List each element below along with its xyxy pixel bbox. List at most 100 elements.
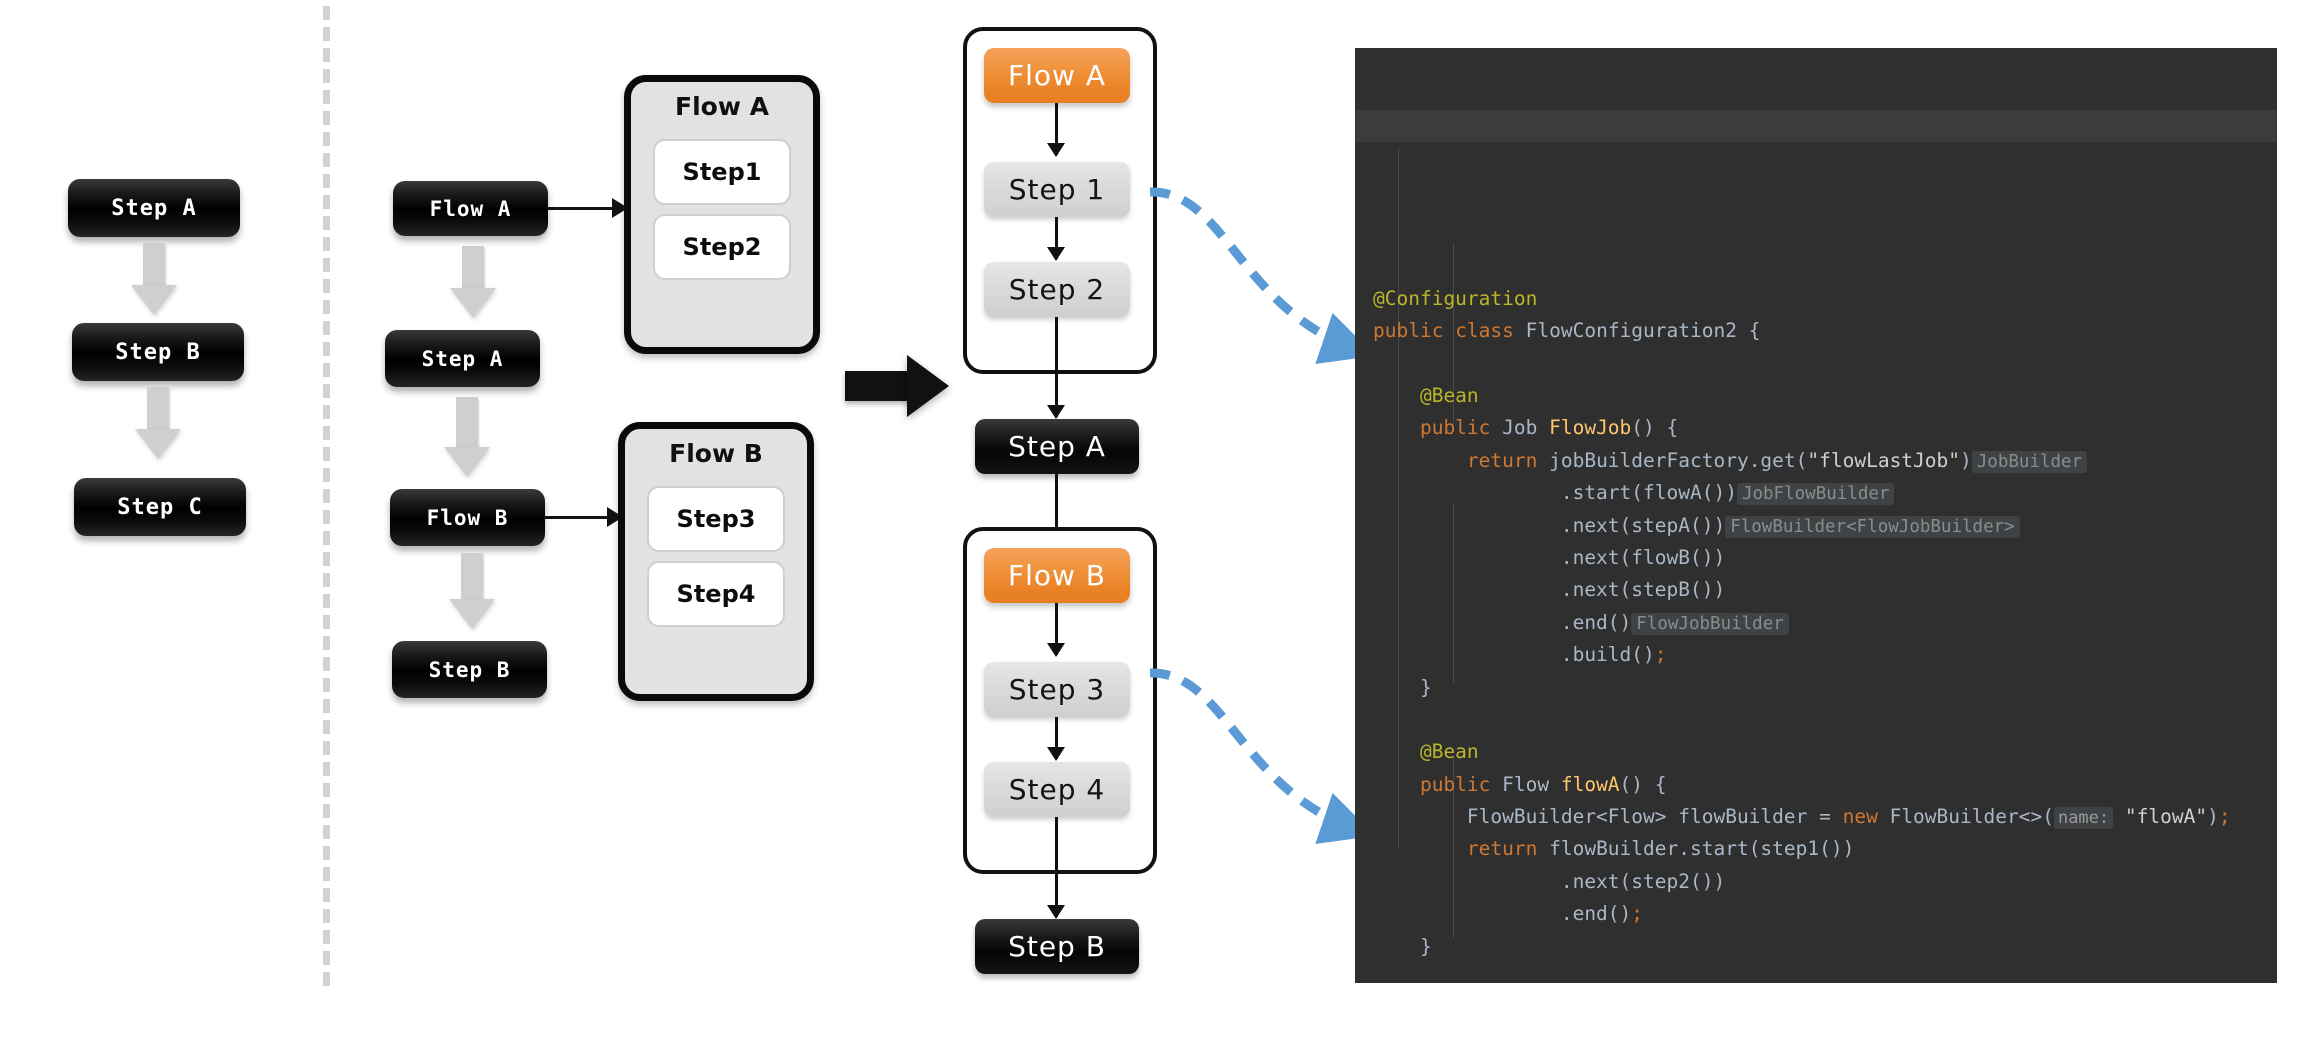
right-conn-group-stepa	[1055, 317, 1058, 417]
code-line: .next(stepA()) FlowBuilder<FlowJobBuilder…	[1373, 510, 2277, 542]
code-token: public	[1373, 319, 1456, 343]
right-conn-flowa-step1-head	[1047, 143, 1065, 157]
code-token: .next(flowB())	[1373, 545, 1726, 569]
group-box-flow-b-step-1-label: Step3	[676, 505, 756, 533]
right-step-2-box[interactable]: Step 2	[984, 262, 1130, 317]
code-line: .next(flowB())	[1373, 542, 2277, 574]
mid-step-a-box[interactable]: Step A	[385, 330, 540, 387]
code-token: return	[1373, 837, 1550, 861]
code-token: new	[1842, 805, 1890, 829]
code-token: ;	[1654, 643, 1667, 667]
right-flow-a-label: Flow A	[1008, 59, 1106, 92]
code-token: ;	[2218, 805, 2231, 829]
right-step-4-label: Step 4	[1008, 773, 1106, 806]
inlay-hint: FlowBuilder<FlowJobBuilder>	[1725, 515, 2020, 538]
mid-step-b-box[interactable]: Step B	[392, 641, 547, 698]
left-step-a-label: Step A	[111, 195, 197, 221]
code-caret-line	[1355, 110, 2277, 142]
right-flow-b-label: Flow B	[1007, 559, 1107, 592]
right-step-b-label: Step B	[1008, 930, 1106, 963]
blue-connector-flow-a	[1149, 187, 1376, 364]
right-flow-a-box[interactable]: Flow A	[984, 48, 1130, 103]
code-line: public Job FlowJob() {	[1373, 412, 2277, 444]
code-token: "flowA"	[2124, 805, 2208, 829]
transform-arrow-shaft	[845, 371, 911, 401]
mid-flow-b-box[interactable]: Flow B	[390, 489, 545, 546]
right-step-3-label: Step 3	[1008, 673, 1106, 706]
left-step-c-label: Step C	[117, 494, 203, 520]
section-divider	[323, 6, 330, 986]
code-token: FlowBuilder<>(	[1889, 805, 2054, 829]
code-line: return jobBuilderFactory.get("flowLastJo…	[1373, 445, 2277, 477]
left-step-c-box[interactable]: Step C	[74, 478, 246, 536]
group-box-flow-b-step-1[interactable]: Step3	[647, 486, 785, 552]
code-token: .build()	[1373, 643, 1655, 667]
group-box-flow-a-step-1[interactable]: Step1	[653, 139, 791, 205]
mid-flow-b-label: Flow B	[426, 505, 509, 530]
blue-connector-flow-b	[1149, 668, 1376, 844]
group-box-flow-a-step-1-label: Step1	[682, 158, 762, 186]
right-step-b-box[interactable]: Step B	[975, 919, 1139, 974]
right-step-a-box[interactable]: Step A	[975, 419, 1139, 474]
code-token: () {	[1631, 416, 1679, 440]
code-panel[interactable]: @Configuration public class FlowConfigura…	[1355, 48, 2277, 983]
code-token: FlowJob	[1549, 416, 1632, 440]
code-token: .end()	[1373, 610, 1632, 634]
right-step-1-label: Step 1	[1008, 173, 1106, 206]
code-line: public Flow flowA() {	[1373, 769, 2277, 801]
code-line: @Bean	[1373, 736, 2277, 768]
code-token: flowBuilder.start(step1())	[1549, 837, 1855, 861]
right-conn-flowb-step3-head	[1047, 643, 1065, 657]
group-box-flow-a-step-2[interactable]: Step2	[653, 214, 791, 280]
code-line: .next(stepB())	[1373, 574, 2277, 606]
code-token: .next(step2())	[1373, 869, 1726, 893]
left-step-b-label: Step B	[115, 339, 201, 365]
code-token: FlowConfiguration2	[1525, 319, 1737, 343]
code-line: @Configuration	[1373, 283, 2277, 315]
transform-arrow-head	[907, 355, 949, 417]
code-token: public	[1373, 772, 1503, 796]
code-token: .end()	[1373, 902, 1632, 926]
left-step-a-box[interactable]: Step A	[68, 179, 240, 237]
right-step-3-box[interactable]: Step 3	[984, 662, 1130, 717]
right-flow-b-box[interactable]: Flow B	[984, 548, 1130, 603]
code-token: Flow	[1502, 772, 1561, 796]
code-token: jobBuilderFactory.get(	[1549, 448, 1808, 472]
code-line: }	[1373, 931, 2277, 963]
code-token: @Configuration	[1373, 286, 1538, 310]
mid-arrow-1	[449, 246, 497, 318]
code-line: .start(flowA()) JobFlowBuilder	[1373, 477, 2277, 509]
group-box-flow-a-step-2-label: Step2	[682, 233, 762, 261]
left-step-b-box[interactable]: Step B	[72, 323, 244, 381]
code-token: @Bean	[1373, 384, 1479, 408]
mid-step-a-label: Step A	[421, 346, 504, 371]
code-line: .build();	[1373, 639, 2277, 671]
group-box-flow-a-title: Flow A	[675, 92, 769, 121]
diagram-canvas: Step A Step B Step C Flow A Step A Flow …	[0, 0, 2302, 1038]
group-box-flow-b: Flow B Step3 Step4	[618, 422, 814, 701]
mid-flow-a-box[interactable]: Flow A	[393, 181, 548, 236]
code-token: .next(stepB())	[1373, 578, 1726, 602]
code-line: public class FlowConfiguration2 {	[1373, 315, 2277, 347]
right-step-1-box[interactable]: Step 1	[984, 162, 1130, 217]
transform-arrow	[845, 355, 955, 417]
code-token: "flowLastJob"	[1807, 448, 1961, 472]
code-token: FlowBuilder<Flow> flowBuilder =	[1373, 805, 1843, 829]
code-line: .end();	[1373, 898, 2277, 930]
group-box-flow-a: Flow A Step1 Step2	[624, 75, 820, 354]
code-token: )	[2207, 805, 2219, 829]
inlay-hint: JobFlowBuilder	[1736, 483, 1895, 506]
code-token: public	[1373, 416, 1503, 440]
left-arrow-1	[129, 243, 179, 315]
inlay-hint: FlowJobBuilder	[1631, 612, 1789, 635]
right-step-4-box[interactable]: Step 4	[984, 762, 1130, 817]
code-token: }	[1373, 934, 1432, 958]
right-step-a-label: Step A	[1008, 430, 1106, 463]
group-box-flow-b-step-2-label: Step4	[676, 580, 756, 608]
group-box-flow-b-step-2[interactable]: Step4	[647, 561, 785, 627]
mid-arrow-3	[448, 553, 496, 629]
code-token: .start(flowA())	[1373, 481, 1737, 505]
code-token: ;	[1631, 902, 1644, 926]
